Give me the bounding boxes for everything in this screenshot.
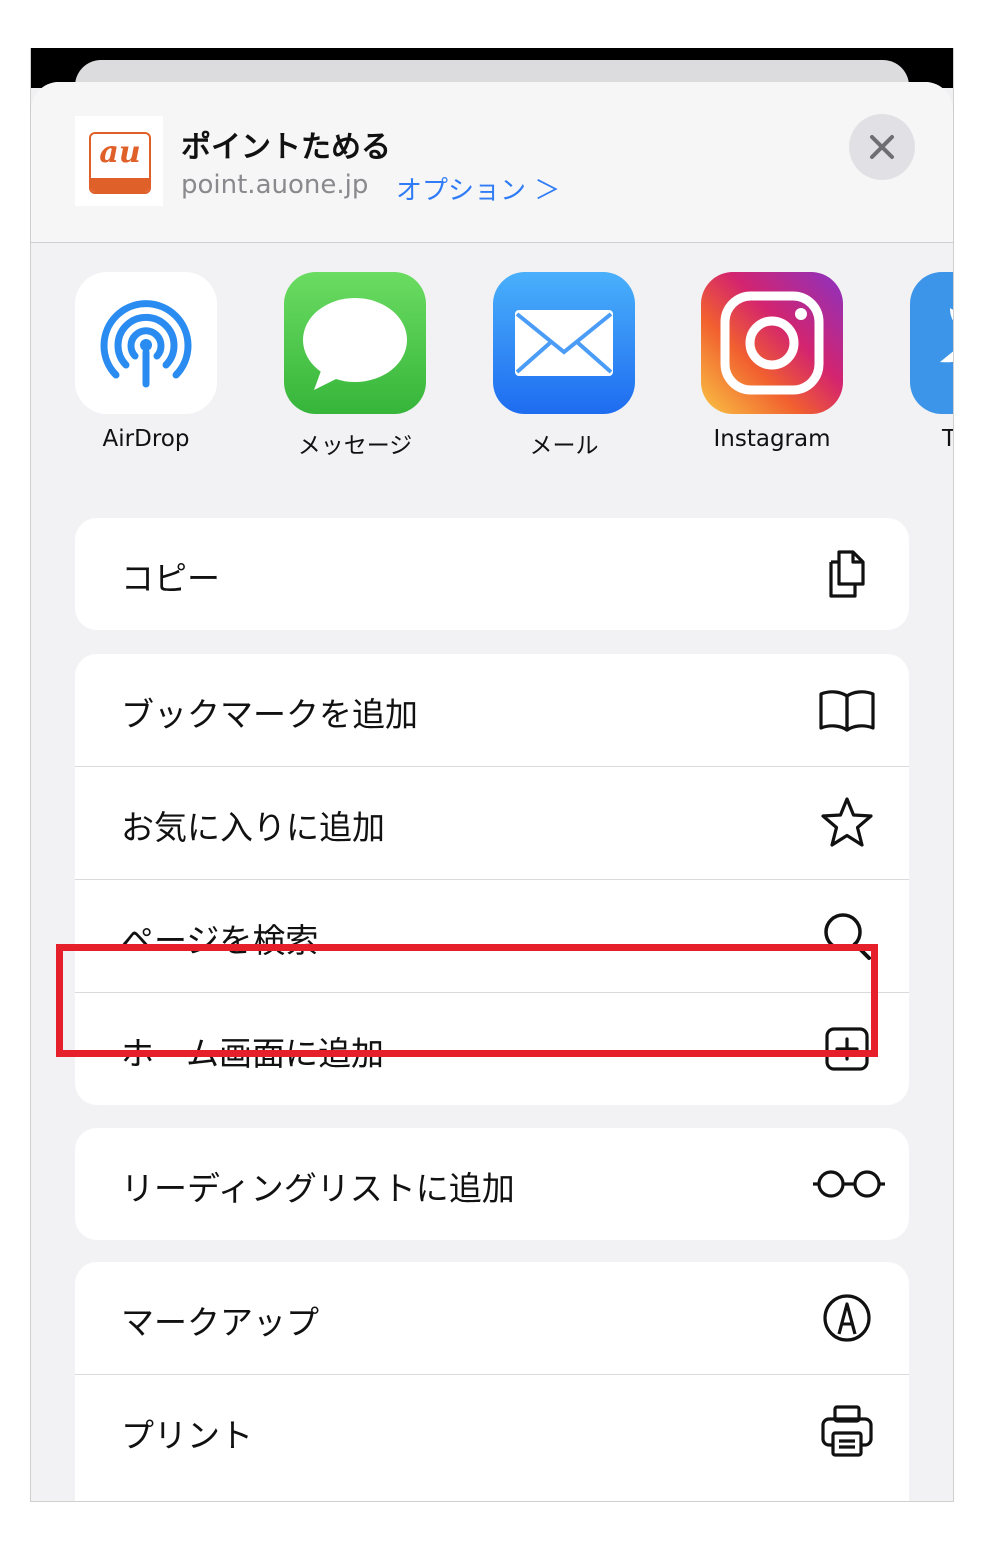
action-add-favorite[interactable]: お気に入りに追加 <box>75 767 909 880</box>
action-copy[interactable]: コピー <box>75 518 909 630</box>
highlight-box <box>56 944 878 1057</box>
close-button[interactable] <box>849 114 915 180</box>
action-label: ブックマークを追加 <box>121 695 418 734</box>
app-label: メール <box>529 433 599 459</box>
close-icon <box>870 135 894 159</box>
action-label: マークアップ <box>121 1303 319 1342</box>
copy-icon <box>829 550 865 598</box>
app-label: T <box>910 426 953 452</box>
action-label: コピー <box>121 559 220 598</box>
action-group-copy: コピー <box>75 518 909 630</box>
star-icon <box>821 797 873 847</box>
page-domain: point.auone.jp <box>181 170 369 200</box>
book-icon <box>819 690 875 732</box>
site-logo-icon: au <box>75 116 163 206</box>
share-header: au ポイントためる point.auone.jp オプション ＞ <box>31 82 953 243</box>
app-row: AirDrop メッセージ メール Instagram <box>31 272 953 472</box>
app-twitter[interactable]: T <box>910 272 953 452</box>
app-label: AirDrop <box>102 426 190 452</box>
app-airdrop[interactable]: AirDrop <box>75 272 217 452</box>
instagram-icon <box>701 272 843 414</box>
action-label: プリント <box>121 1416 253 1455</box>
action-label: お気に入りに追加 <box>121 808 385 847</box>
site-logo-text: au <box>99 135 141 170</box>
markup-icon <box>823 1294 871 1342</box>
app-instagram[interactable]: Instagram <box>701 272 843 452</box>
print-icon <box>821 1405 873 1457</box>
share-sheet: au ポイントためる point.auone.jp オプション ＞ AirDro… <box>31 82 953 1501</box>
app-label: Instagram <box>713 426 831 452</box>
mail-icon <box>493 272 635 414</box>
share-sheet-frame: au ポイントためる point.auone.jp オプション ＞ AirDro… <box>30 48 954 1502</box>
page-title: ポイントためる <box>181 130 391 165</box>
messages-icon <box>284 272 426 414</box>
app-label: メッセージ <box>297 433 413 459</box>
options-link[interactable]: オプション ＞ <box>396 170 560 207</box>
action-group-reading: リーディングリストに追加 <box>75 1128 909 1240</box>
action-markup[interactable]: マークアップ <box>75 1262 909 1375</box>
glasses-icon <box>813 1170 885 1198</box>
airdrop-icon <box>75 272 217 414</box>
action-print[interactable]: プリント <box>75 1375 909 1487</box>
app-messages[interactable]: メッセージ <box>284 272 426 460</box>
action-add-bookmark[interactable]: ブックマークを追加 <box>75 654 909 767</box>
action-add-reading-list[interactable]: リーディングリストに追加 <box>75 1128 909 1240</box>
action-label: リーディングリストに追加 <box>121 1169 515 1208</box>
action-group-tools: マークアップ プリント <box>75 1262 909 1501</box>
app-mail[interactable]: メール <box>493 272 635 460</box>
twitter-icon <box>910 272 953 414</box>
